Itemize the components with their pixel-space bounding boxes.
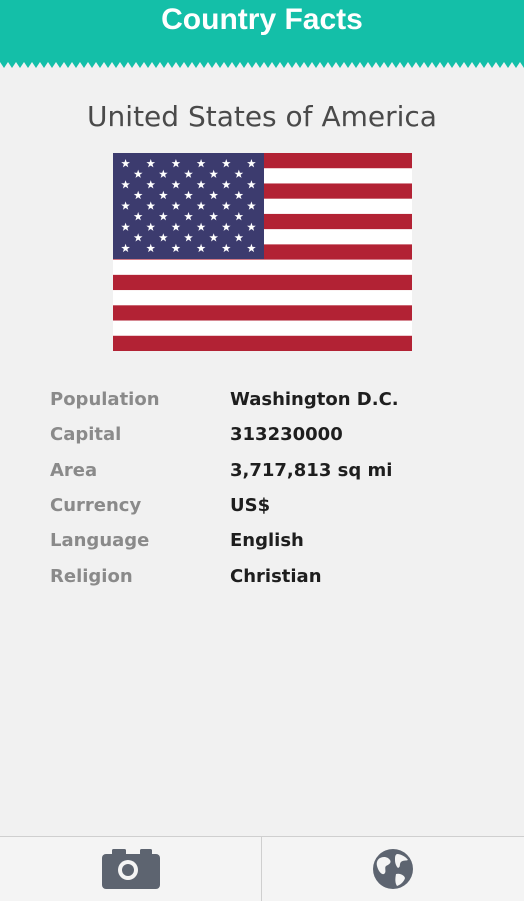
flag-stripe — [113, 320, 412, 337]
country-flag — [113, 153, 412, 351]
fact-label: Population — [50, 389, 160, 411]
app-title: Country Facts — [161, 3, 363, 36]
fact-value: 3,717,813 sq mi — [230, 459, 393, 481]
fact-row-population: Population Washington D.C. — [50, 382, 490, 417]
flag-stripe — [113, 305, 412, 321]
facts-table: Population Washington D.C. Capital 31323… — [50, 382, 490, 594]
fact-value: Washington D.C. — [230, 389, 399, 411]
fact-row-area: Area 3,717,813 sq mi — [50, 453, 490, 488]
flag-stripe — [113, 290, 412, 306]
fact-row-language: Language English — [50, 523, 490, 558]
globe-tab[interactable] — [262, 837, 523, 901]
camera-icon — [101, 849, 160, 889]
fact-label: Currency — [50, 495, 142, 517]
camera-tab[interactable] — [0, 837, 261, 901]
fact-row-capital: Capital 313230000 — [50, 417, 490, 452]
fact-row-currency: Currency US$ — [50, 488, 490, 523]
fact-row-religion: Religion Christian — [50, 558, 490, 593]
globe-icon — [372, 849, 413, 889]
fact-value: English — [230, 530, 304, 552]
fact-label: Area — [50, 459, 98, 481]
flag-stripe — [113, 259, 412, 276]
fact-label: Religion — [50, 565, 133, 587]
fact-label: Language — [50, 530, 150, 552]
header-zigzag-edge — [0, 62, 524, 68]
fact-value: US$ — [230, 495, 271, 517]
fact-value: 313230000 — [230, 424, 343, 446]
bottom-nav — [0, 836, 524, 901]
fact-value: Christian — [230, 565, 322, 587]
country-name: United States of America — [87, 100, 437, 133]
flag-stripe — [113, 335, 412, 351]
flag-stripe — [113, 274, 412, 291]
fact-label: Capital — [50, 424, 122, 446]
